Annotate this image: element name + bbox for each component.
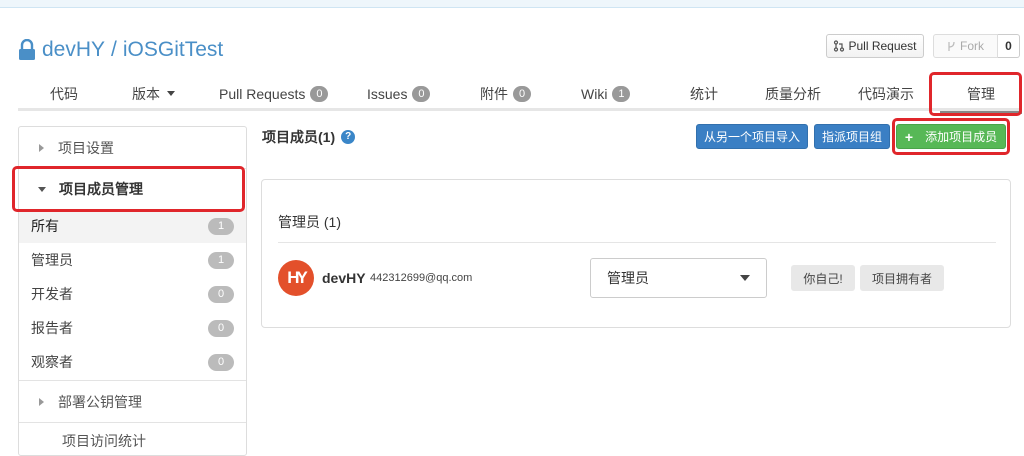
member-email: 442312699@qq.com: [370, 272, 473, 284]
button-label: 指派项目组: [821, 130, 882, 144]
sidebar-item-label: 管理员: [31, 252, 73, 268]
tab-stats[interactable]: 统计: [690, 76, 718, 111]
fork-group: Fork 0: [933, 34, 1020, 58]
fork-icon: [948, 41, 955, 51]
sidebar-item-label: 报告者: [31, 320, 73, 336]
count-badge: 1: [208, 251, 234, 269]
sidebar-item-access-stats[interactable]: 项目访问统计: [19, 427, 246, 455]
role-select-value: 管理员: [607, 270, 649, 286]
button-label: 从另一个项目导入: [703, 130, 800, 144]
tab-label: 附件: [480, 85, 508, 102]
tab-pull-requests[interactable]: Pull Requests 0: [219, 76, 329, 111]
button-label: 添加项目成员: [925, 130, 998, 144]
tab-demo[interactable]: 代码演示: [858, 76, 914, 111]
plus-icon: +: [904, 128, 914, 145]
tab-manage[interactable]: 管理: [940, 76, 1022, 114]
sidebar-item-members-admin[interactable]: 项目成员管理: [19, 168, 246, 210]
help-icon[interactable]: ?: [341, 130, 356, 144]
pull-request-label: Pull Request: [848, 39, 917, 53]
tab-label: 代码演示: [858, 85, 914, 102]
divider: [19, 422, 246, 423]
tab-label: 质量分析: [765, 85, 821, 102]
count-badge: 0: [208, 319, 234, 337]
chevron-down-icon: [740, 275, 750, 281]
tab-label: Pull Requests: [219, 85, 306, 102]
repo-owner-link[interactable]: devHY: [42, 38, 105, 62]
sidebar-item-all[interactable]: 所有 1: [19, 209, 246, 243]
avatar[interactable]: HY: [278, 260, 314, 296]
chevron-right-icon: [39, 143, 44, 152]
count-badge: 1: [208, 217, 234, 235]
chevron-right-icon: [39, 397, 44, 406]
import-from-project-button[interactable]: 从另一个项目导入: [696, 124, 808, 149]
tab-wiki[interactable]: Wiki 1: [581, 76, 631, 111]
tab-label: 代码: [50, 85, 78, 102]
owner-badge: 项目拥有者: [860, 265, 944, 291]
repo-name-link[interactable]: iOSGitTest: [123, 38, 223, 62]
tab-releases[interactable]: 版本: [132, 76, 175, 111]
lock-icon: [19, 39, 35, 60]
chevron-down-icon: [167, 91, 175, 96]
settings-sidebar: 项目设置 项目成员管理 所有 1 管理员 1 开发者 0 报告者 0 观察者 0…: [18, 126, 247, 456]
sidebar-item-observers[interactable]: 观察者 0: [19, 345, 246, 379]
top-banner-strip: [0, 0, 1024, 8]
role-select[interactable]: 管理员: [590, 258, 767, 298]
sidebar-item-developers[interactable]: 开发者 0: [19, 277, 246, 311]
count-badge: 0: [208, 285, 234, 303]
sidebar-item-admins[interactable]: 管理员 1: [19, 243, 246, 277]
sidebar-item-label: 开发者: [31, 286, 73, 302]
tab-quality[interactable]: 质量分析: [765, 76, 821, 111]
sidebar-item-deploy-keys[interactable]: 部署公钥管理: [19, 381, 246, 422]
tab-label: 统计: [690, 85, 718, 102]
tab-label: Issues: [367, 85, 408, 102]
section-heading: 管理员 (1): [278, 214, 341, 230]
sidebar-item-label: 所有: [31, 218, 59, 234]
tab-attachments[interactable]: 附件 0: [480, 76, 531, 111]
sidebar-item-label: 项目设置: [58, 139, 114, 156]
sidebar-item-label: 观察者: [31, 354, 73, 370]
fork-button[interactable]: Fork: [933, 34, 998, 58]
page-title-text: 项目成员(1): [262, 129, 336, 145]
sidebar-item-label: 部署公钥管理: [58, 393, 142, 410]
member-username[interactable]: devHY: [322, 270, 366, 286]
sidebar-item-reporters[interactable]: 报告者 0: [19, 311, 246, 345]
count-badge: 0: [208, 353, 234, 371]
repo-title: devHY / iOSGitTest: [18, 36, 223, 64]
divider: [278, 242, 996, 243]
add-member-button[interactable]: + 添加项目成员: [896, 124, 1006, 149]
tab-label: Wiki: [581, 85, 608, 102]
pull-request-button[interactable]: Pull Request: [826, 34, 924, 58]
count-badge: 0: [513, 85, 531, 102]
sidebar-item-project-settings[interactable]: 项目设置: [19, 127, 246, 168]
repo-separator: /: [111, 38, 117, 61]
assign-group-button[interactable]: 指派项目组: [814, 124, 890, 149]
tab-label: 版本: [132, 85, 160, 102]
count-badge: 0: [412, 85, 431, 102]
page-title: 项目成员(1) ?: [262, 127, 356, 147]
tab-issues[interactable]: Issues 0: [367, 76, 431, 111]
count-badge: 1: [612, 85, 631, 102]
self-badge: 你自己!: [791, 265, 855, 291]
sidebar-item-label: 项目成员管理: [59, 181, 143, 197]
fork-count[interactable]: 0: [998, 34, 1020, 58]
count-badge: 0: [310, 85, 329, 102]
sidebar-item-label: 项目访问统计: [62, 433, 146, 449]
members-panel: 管理员 (1) HY devHY 442312699@qq.com 管理员 你自…: [261, 179, 1011, 328]
fork-label: Fork: [960, 39, 984, 53]
tab-code[interactable]: 代码: [50, 76, 78, 111]
chevron-down-icon: [38, 186, 46, 192]
repo-tabs: 代码 版本 Pull Requests 0 Issues 0 附件 0 Wiki 1 统…: [18, 76, 1022, 114]
pull-request-icon: [834, 40, 845, 52]
tab-label: 管理: [967, 85, 995, 102]
